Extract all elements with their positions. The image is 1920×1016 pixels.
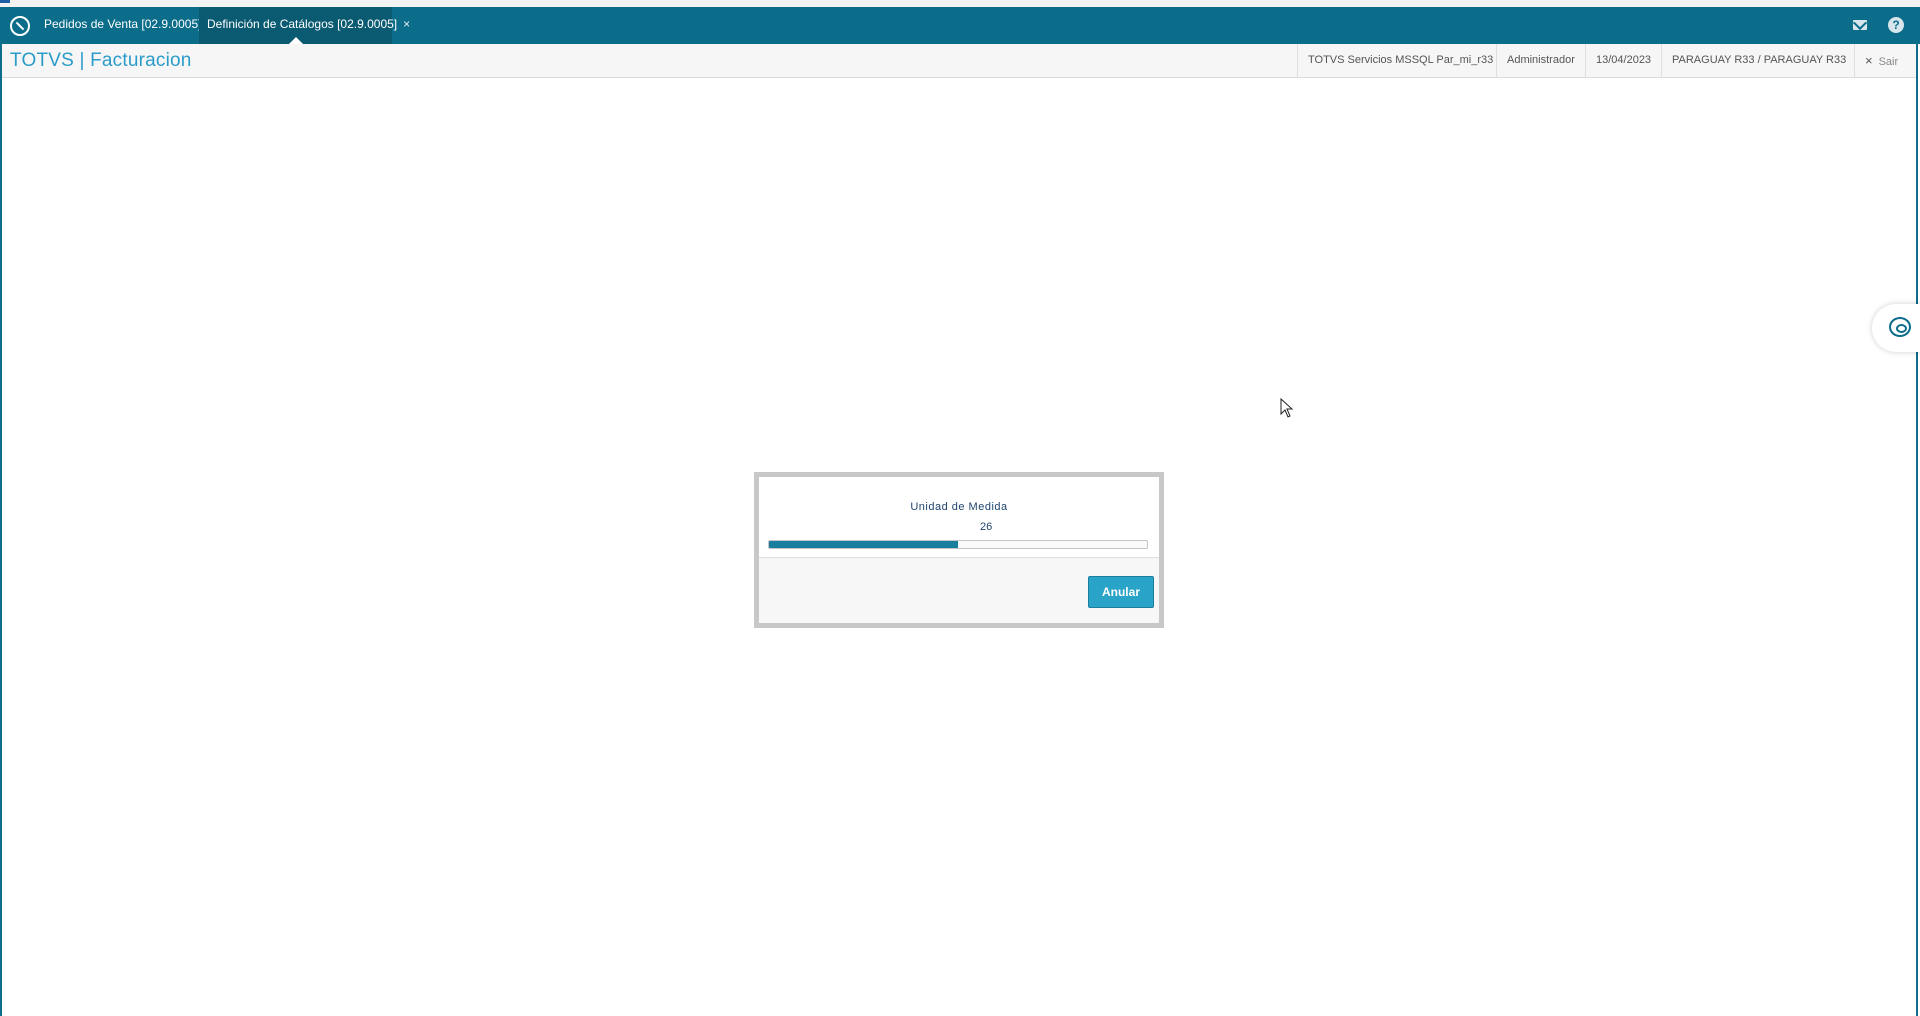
chat-icon [1889, 317, 1911, 337]
chat-assistant-button[interactable] [1872, 304, 1920, 352]
progress-count: 26 [980, 521, 993, 533]
window-icon [0, 0, 10, 3]
progress-dialog: Unidad de Medida 26 Anular [754, 472, 1164, 628]
dialog-content: Unidad de Medida 26 [759, 477, 1159, 558]
window-title-strip [0, 0, 1920, 7]
dialog-title: Unidad de Medida [910, 501, 1008, 513]
cancel-button[interactable]: Anular [1088, 576, 1154, 608]
progress-bar [768, 540, 1148, 549]
dialog-body: Unidad de Medida 26 Anular [759, 477, 1159, 623]
progress-fill [769, 541, 958, 548]
